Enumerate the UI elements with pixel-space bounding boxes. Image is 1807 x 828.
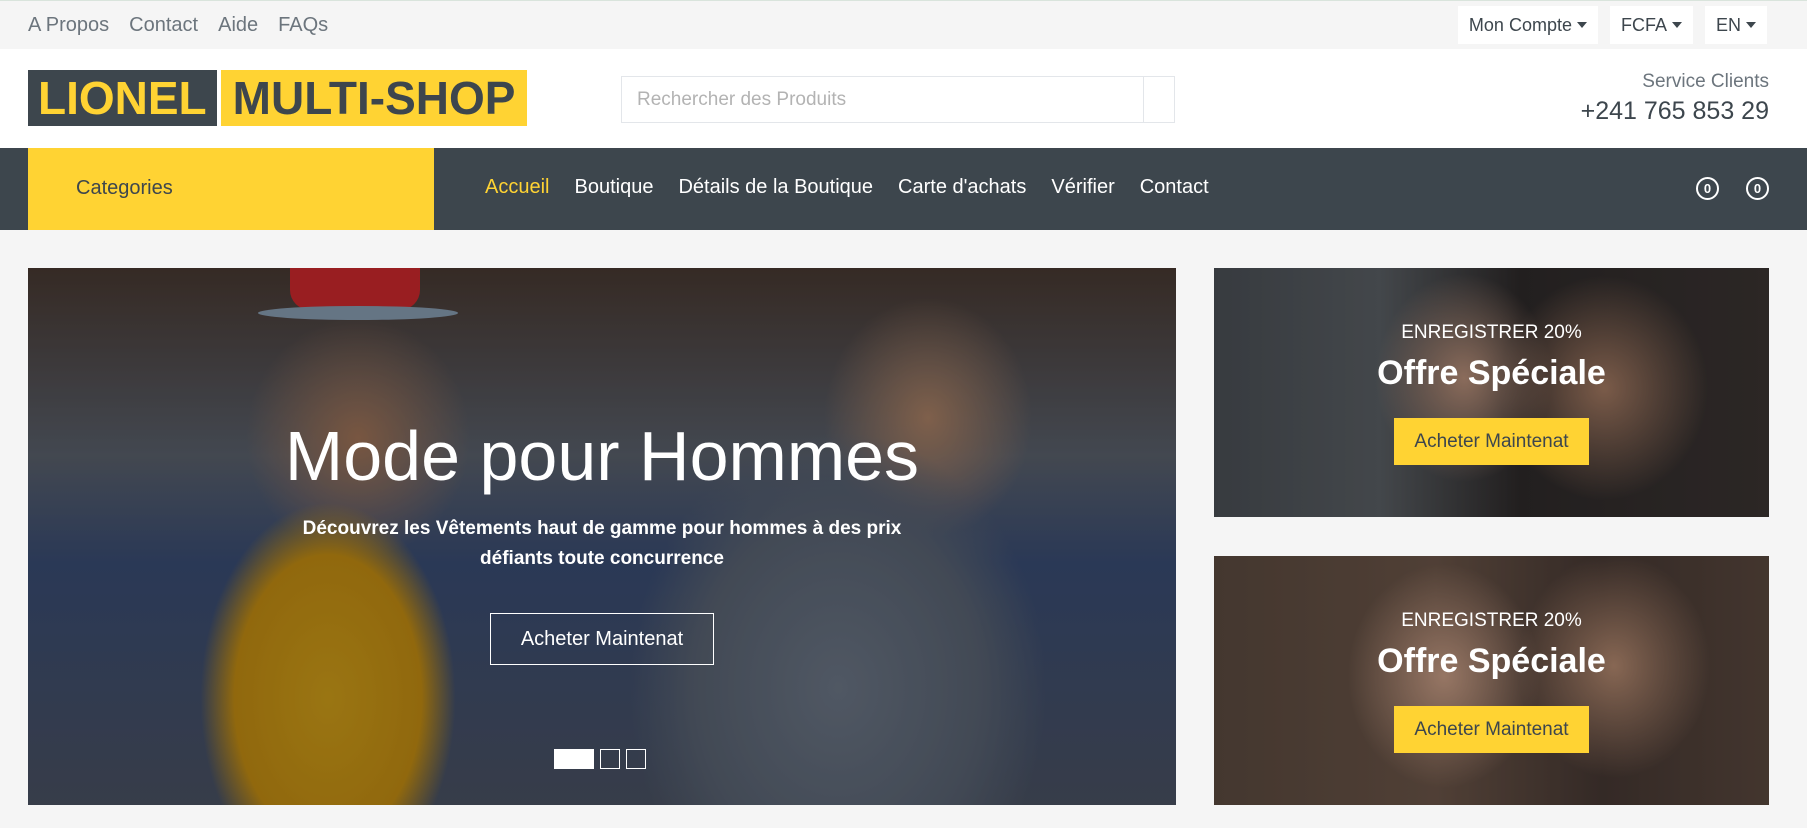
main-nav: Categories Accueil Boutique Détails de l…	[0, 148, 1807, 230]
carousel-indicator-2[interactable]	[600, 749, 620, 769]
offer-banner-1: ENREGISTRER 20% Offre Spéciale Acheter M…	[1214, 268, 1769, 517]
offer-kicker: ENREGISTRER 20%	[1401, 322, 1582, 343]
offer-title: Offre Spéciale	[1377, 354, 1606, 392]
offer-shop-button[interactable]: Acheter Maintenat	[1394, 418, 1589, 465]
service-phone: +241 765 853 29	[1580, 97, 1769, 125]
nav-item-shop-detail[interactable]: Détails de la Boutique	[678, 176, 873, 199]
service-label: Service Clients	[1642, 71, 1769, 92]
language-dropdown[interactable]: EN	[1704, 6, 1767, 44]
top-dropdowns: Mon Compte FCFA EN	[1457, 6, 1767, 44]
customer-service: Service Clients +241 765 853 29	[1581, 71, 1769, 126]
carousel-indicator-3[interactable]	[626, 749, 646, 769]
link-faqs[interactable]: FAQs	[278, 14, 328, 37]
nav-item-shop[interactable]: Boutique	[574, 176, 653, 199]
offer-title: Offre Spéciale	[1377, 642, 1606, 680]
hero-title: Mode pour Hommes	[284, 417, 920, 495]
top-links: A Propos Contact Aide FAQs	[28, 14, 328, 37]
account-label: Mon Compte	[1468, 14, 1572, 35]
hero-carousel[interactable]: Mode pour Hommes Découvrez les Vêtements…	[28, 268, 1176, 805]
wishlist-count-badge[interactable]: 0	[1696, 177, 1719, 200]
offer-kicker: ENREGISTRER 20%	[1401, 610, 1582, 631]
logo-part-2: MULTI-SHOP	[220, 70, 528, 126]
search-input[interactable]	[622, 77, 1143, 122]
nav-menu: Accueil Boutique Détails de la Boutique …	[485, 176, 1209, 199]
offer-banner-2: ENREGISTRER 20% Offre Spéciale Acheter M…	[1214, 556, 1769, 805]
search-button[interactable]	[1143, 77, 1174, 122]
search-bar	[621, 76, 1175, 123]
categories-label: Categories	[76, 177, 173, 199]
currency-dropdown[interactable]: FCFA	[1609, 6, 1693, 44]
currency-label: FCFA	[1620, 14, 1667, 35]
logo[interactable]: LIONEL MULTI-SHOP	[28, 70, 528, 126]
offer-shop-button[interactable]: Acheter Maintenat	[1394, 706, 1589, 753]
nav-item-checkout[interactable]: Vérifier	[1051, 176, 1114, 199]
link-help[interactable]: Aide	[218, 14, 258, 37]
nav-item-contact[interactable]: Contact	[1140, 176, 1209, 199]
top-bar: A Propos Contact Aide FAQs Mon Compte FC…	[0, 0, 1807, 49]
logo-part-1: LIONEL	[28, 70, 217, 126]
language-label: EN	[1715, 14, 1741, 35]
carousel-indicator-1[interactable]	[554, 749, 594, 769]
account-dropdown[interactable]: Mon Compte	[1457, 6, 1598, 44]
carousel-indicators	[554, 749, 646, 769]
nav-item-home[interactable]: Accueil	[485, 176, 549, 199]
nav-badges: 0 0	[1696, 177, 1769, 200]
nav-item-cart[interactable]: Carte d'achats	[898, 176, 1026, 199]
caret-down-icon	[1746, 22, 1756, 28]
categories-toggle[interactable]: Categories	[28, 148, 434, 230]
hero-subtitle: Découvrez les Vêtements haut de gamme po…	[302, 518, 902, 569]
link-contact[interactable]: Contact	[129, 14, 198, 37]
header: LIONEL MULTI-SHOP Service Clients +241 7…	[0, 49, 1807, 148]
hero-shop-button[interactable]: Acheter Maintenat	[490, 613, 714, 665]
caret-down-icon	[1576, 22, 1587, 28]
caret-down-icon	[1671, 22, 1682, 28]
link-about[interactable]: A Propos	[28, 14, 109, 37]
cart-count-badge[interactable]: 0	[1746, 177, 1769, 200]
